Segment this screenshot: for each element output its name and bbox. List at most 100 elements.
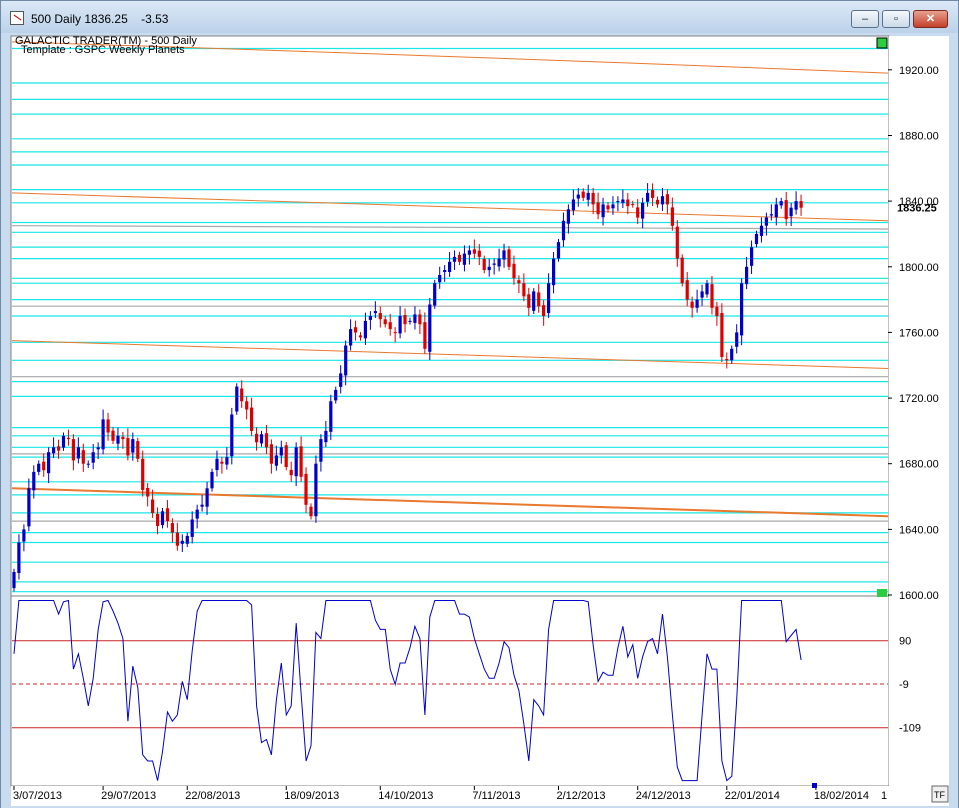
- panel-toggle-bottom[interactable]: [877, 589, 887, 597]
- candle[interactable]: [111, 430, 115, 441]
- title-bar[interactable]: 500 Daily 1836.25 -3.53 ‒ ▫ ✕: [1, 1, 958, 33]
- candle[interactable]: [61, 435, 66, 448]
- candle[interactable]: [482, 258, 486, 271]
- candle[interactable]: [571, 199, 575, 211]
- candle[interactable]: [675, 226, 679, 259]
- close-button[interactable]: ✕: [913, 10, 948, 28]
- candle[interactable]: [363, 320, 367, 339]
- candle[interactable]: [769, 214, 773, 216]
- candle[interactable]: [32, 471, 36, 491]
- candle[interactable]: [180, 540, 184, 544]
- candle[interactable]: [740, 283, 744, 336]
- candle[interactable]: [537, 292, 541, 307]
- candle[interactable]: [76, 447, 80, 459]
- candle[interactable]: [165, 508, 170, 522]
- candle[interactable]: [443, 270, 447, 272]
- candle[interactable]: [725, 359, 729, 361]
- candle[interactable]: [566, 209, 570, 224]
- candle[interactable]: [784, 200, 788, 220]
- candle[interactable]: [289, 469, 293, 476]
- candle[interactable]: [670, 207, 674, 226]
- candle[interactable]: [299, 446, 303, 477]
- candle[interactable]: [185, 535, 189, 544]
- candle[interactable]: [413, 314, 417, 323]
- candle[interactable]: [527, 294, 531, 308]
- candle[interactable]: [383, 319, 387, 325]
- candle[interactable]: [448, 261, 452, 272]
- candle[interactable]: [309, 506, 313, 517]
- candle[interactable]: [606, 205, 610, 210]
- candle[interactable]: [353, 327, 358, 333]
- candle[interactable]: [636, 207, 640, 218]
- candle[interactable]: [423, 322, 427, 349]
- candle[interactable]: [452, 256, 457, 262]
- candle[interactable]: [240, 388, 244, 402]
- candle[interactable]: [205, 488, 209, 507]
- minimize-button[interactable]: ‒: [851, 10, 879, 28]
- candle[interactable]: [522, 283, 526, 297]
- candle[interactable]: [438, 275, 442, 283]
- candle[interactable]: [106, 419, 110, 433]
- candle[interactable]: [695, 299, 699, 308]
- candle[interactable]: [799, 201, 803, 208]
- candle[interactable]: [576, 194, 580, 199]
- candle[interactable]: [96, 447, 100, 450]
- candle[interactable]: [759, 225, 764, 236]
- candle[interactable]: [225, 457, 229, 465]
- candle[interactable]: [601, 204, 605, 218]
- candle[interactable]: [710, 284, 714, 308]
- candle[interactable]: [680, 257, 684, 284]
- candle[interactable]: [190, 519, 194, 537]
- candle[interactable]: [745, 266, 749, 285]
- candle[interactable]: [403, 315, 407, 325]
- candle[interactable]: [665, 194, 669, 205]
- candle[interactable]: [344, 345, 348, 376]
- candle[interactable]: [175, 532, 179, 546]
- candle[interactable]: [269, 444, 273, 464]
- candle[interactable]: [497, 258, 501, 267]
- candle[interactable]: [339, 373, 343, 387]
- candle[interactable]: [146, 488, 150, 497]
- candle[interactable]: [274, 455, 278, 466]
- candle[interactable]: [616, 201, 620, 203]
- candle[interactable]: [264, 433, 269, 448]
- candle[interactable]: [388, 322, 392, 330]
- candle[interactable]: [358, 335, 363, 338]
- candle[interactable]: [651, 190, 655, 198]
- candle[interactable]: [700, 291, 704, 298]
- candle[interactable]: [720, 313, 724, 357]
- candle[interactable]: [492, 263, 496, 265]
- candle[interactable]: [334, 389, 338, 401]
- candle[interactable]: [195, 509, 199, 519]
- candle[interactable]: [561, 220, 566, 241]
- candle[interactable]: [611, 204, 615, 209]
- candle[interactable]: [250, 407, 254, 431]
- candle[interactable]: [319, 439, 323, 462]
- candle[interactable]: [532, 291, 536, 311]
- candle[interactable]: [314, 463, 318, 517]
- candle[interactable]: [581, 191, 585, 198]
- candle[interactable]: [86, 463, 90, 465]
- candle[interactable]: [71, 439, 75, 461]
- candle[interactable]: [487, 266, 491, 271]
- candle[interactable]: [37, 463, 41, 472]
- candle[interactable]: [151, 499, 155, 514]
- candle[interactable]: [101, 419, 105, 450]
- candle[interactable]: [170, 523, 174, 533]
- candle[interactable]: [735, 332, 739, 347]
- candle[interactable]: [141, 458, 145, 490]
- candle[interactable]: [378, 313, 382, 320]
- candle[interactable]: [754, 233, 759, 245]
- candle[interactable]: [22, 529, 26, 542]
- oscillator-panel[interactable]: [10, 595, 890, 787]
- candle[interactable]: [27, 488, 31, 527]
- panel-toggle-top[interactable]: [876, 37, 888, 49]
- candle[interactable]: [542, 305, 546, 316]
- candle[interactable]: [641, 202, 645, 219]
- candle[interactable]: [517, 280, 521, 284]
- candle[interactable]: [121, 436, 125, 440]
- candle[interactable]: [779, 201, 783, 206]
- candle[interactable]: [131, 439, 135, 453]
- candle[interactable]: [126, 438, 130, 456]
- candle[interactable]: [428, 304, 432, 352]
